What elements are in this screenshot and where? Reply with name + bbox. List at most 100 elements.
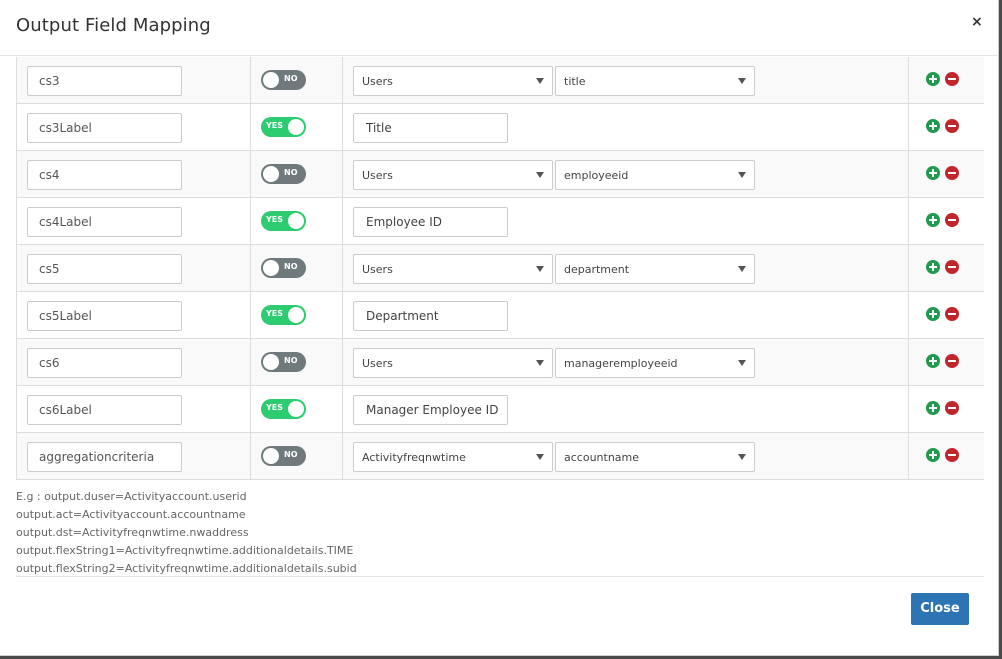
toggle-knob <box>288 307 304 323</box>
plus-circle-icon[interactable] <box>926 213 940 227</box>
source-select-value: Users <box>362 75 393 88</box>
attribute-select-value: accountname <box>564 451 640 464</box>
mapping-row: cs6 NO Users manageremployeeid <box>16 338 984 386</box>
field-name-input[interactable]: cs4 <box>27 160 182 190</box>
source-select[interactable]: Users <box>353 348 553 378</box>
minus-circle-icon[interactable] <box>945 307 959 321</box>
field-cell: cs3 <box>16 57 251 104</box>
mapping-table: cs3 NO Users title cs3Label YES Title cs4 NO User… <box>16 57 984 480</box>
attribute-select-value: department <box>564 263 630 276</box>
mapping-table-body: cs3 NO Users title cs3Label YES Title cs4 NO User… <box>16 57 984 480</box>
attribute-select[interactable]: department <box>555 254 755 284</box>
minus-circle-icon[interactable] <box>945 166 959 180</box>
literal-toggle[interactable]: NO <box>261 258 306 278</box>
plus-circle-icon[interactable] <box>926 354 940 368</box>
label-value-input[interactable]: Manager Employee ID <box>353 395 508 425</box>
value-cell: Department <box>342 291 909 339</box>
source-select-value: Users <box>362 357 393 370</box>
mapping-row: cs4 NO Users employeeid <box>16 150 984 198</box>
field-name-input[interactable]: cs4Label <box>27 207 182 237</box>
minus-circle-icon[interactable] <box>945 260 959 274</box>
plus-circle-icon[interactable] <box>926 166 940 180</box>
field-cell: cs5Label <box>16 291 251 339</box>
actions-cell <box>908 338 984 386</box>
minus-circle-icon[interactable] <box>945 72 959 86</box>
literal-toggle[interactable]: YES <box>261 117 306 137</box>
mapping-row: cs4Label YES Employee ID <box>16 197 984 245</box>
toggle-label: NO <box>284 168 298 177</box>
literal-toggle[interactable]: NO <box>261 164 306 184</box>
actions-cell <box>908 197 984 245</box>
plus-circle-icon[interactable] <box>926 119 940 133</box>
source-select[interactable]: Activityfreqnwtime <box>353 442 553 472</box>
caret-down-icon <box>738 454 746 460</box>
attribute-select[interactable]: accountname <box>555 442 755 472</box>
value-cell: Users title <box>342 57 909 104</box>
dialog-title: Output Field Mapping <box>16 15 211 36</box>
plus-circle-icon[interactable] <box>926 307 940 321</box>
caret-down-icon <box>536 266 544 272</box>
field-cell: cs3Label <box>16 103 251 151</box>
plus-circle-icon[interactable] <box>926 260 940 274</box>
close-icon[interactable]: × <box>971 14 983 30</box>
literal-toggle[interactable]: YES <box>261 305 306 325</box>
field-name-input[interactable]: cs6Label <box>27 395 182 425</box>
plus-circle-icon[interactable] <box>926 72 940 86</box>
attribute-select[interactable]: employeeid <box>555 160 755 190</box>
toggle-label: YES <box>266 215 284 224</box>
field-name-input[interactable]: cs5 <box>27 254 182 284</box>
field-cell: cs4 <box>16 150 251 198</box>
caret-down-icon <box>738 78 746 84</box>
source-select[interactable]: Users <box>353 254 553 284</box>
caret-down-icon <box>536 454 544 460</box>
toggle-knob <box>288 401 304 417</box>
field-name-input[interactable]: cs5Label <box>27 301 182 331</box>
value-cell: Users manageremployeeid <box>342 338 909 386</box>
toggle-knob <box>263 448 279 464</box>
caret-down-icon <box>536 78 544 84</box>
value-cell: Activityfreqnwtime accountname <box>342 432 909 480</box>
plus-circle-icon[interactable] <box>926 448 940 462</box>
field-name-input[interactable]: cs3 <box>27 66 182 96</box>
field-name-input[interactable]: aggregationcriteria <box>27 442 182 472</box>
attribute-select[interactable]: title <box>555 66 755 96</box>
literal-toggle[interactable]: NO <box>261 70 306 90</box>
value-cell: Employee ID <box>342 197 909 245</box>
attribute-select[interactable]: manageremployeeid <box>555 348 755 378</box>
actions-cell <box>908 432 984 480</box>
field-cell: cs4Label <box>16 197 251 245</box>
caret-down-icon <box>738 266 746 272</box>
actions-cell <box>908 385 984 433</box>
toggle-cell: YES <box>250 385 343 433</box>
minus-circle-icon[interactable] <box>945 354 959 368</box>
literal-toggle[interactable]: YES <box>261 211 306 231</box>
label-value-input[interactable]: Title <box>353 113 508 143</box>
mapping-table-container[interactable]: cs3 NO Users title cs3Label YES Title cs4 NO User… <box>16 57 984 481</box>
minus-circle-icon[interactable] <box>945 448 959 462</box>
field-cell: cs6 <box>16 338 251 386</box>
field-cell: aggregationcriteria <box>16 432 251 480</box>
minus-circle-icon[interactable] <box>945 119 959 133</box>
toggle-label: YES <box>266 403 284 412</box>
attribute-select-value: title <box>564 75 586 88</box>
source-select-value: Activityfreqnwtime <box>362 451 466 464</box>
source-select[interactable]: Users <box>353 160 553 190</box>
minus-circle-icon[interactable] <box>945 401 959 415</box>
plus-circle-icon[interactable] <box>926 401 940 415</box>
field-name-input[interactable]: cs6 <box>27 348 182 378</box>
toggle-cell: YES <box>250 103 343 151</box>
minus-circle-icon[interactable] <box>945 213 959 227</box>
close-button[interactable]: Close <box>911 593 969 625</box>
toggle-knob <box>263 354 279 370</box>
toggle-knob <box>288 213 304 229</box>
label-value-input[interactable]: Department <box>353 301 508 331</box>
label-value-input[interactable]: Employee ID <box>353 207 508 237</box>
literal-toggle[interactable]: YES <box>261 399 306 419</box>
field-name-input[interactable]: cs3Label <box>27 113 182 143</box>
source-select[interactable]: Users <box>353 66 553 96</box>
literal-toggle[interactable]: NO <box>261 352 306 372</box>
attribute-select-value: employeeid <box>564 169 629 182</box>
literal-toggle[interactable]: NO <box>261 446 306 466</box>
toggle-cell: NO <box>250 150 343 198</box>
mapping-row: aggregationcriteria NO Activityfreqnwtime a… <box>16 432 984 480</box>
